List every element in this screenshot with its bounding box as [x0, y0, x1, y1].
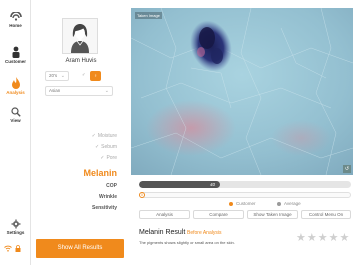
nav-view-label: View: [10, 118, 21, 123]
show-all-results-button[interactable]: Show All Results: [36, 239, 124, 258]
control-menu-button[interactable]: Control Menu On: [301, 210, 351, 219]
compare-button[interactable]: Compare: [193, 210, 244, 219]
male-icon: ♂: [81, 72, 86, 77]
analysis-item-melanin[interactable]: Melanin: [31, 166, 117, 181]
race-value: Asian: [49, 88, 61, 93]
legend-average-label: Average: [284, 201, 301, 206]
analysis-list: ✓ Moisture ✓ Sebum ✓ Pore Melanin COP Wrink…: [31, 131, 117, 214]
rating-stars: ★★★★★: [296, 228, 350, 246]
nav-view[interactable]: View: [0, 107, 31, 123]
star-icon: ★: [317, 232, 328, 244]
analysis-item-label: Sensitivity: [91, 205, 117, 211]
legend-average: Average: [277, 201, 301, 207]
analysis-item-label: Sebum: [101, 144, 117, 150]
show-taken-image-button[interactable]: Show Taken Image: [247, 210, 298, 219]
melanin-level-value: 40: [210, 182, 216, 187]
avatar[interactable]: [62, 18, 98, 54]
customer-dot: [229, 201, 233, 206]
male-toggle[interactable]: ♂: [79, 71, 88, 81]
analysis-item-label: Melanin: [83, 168, 117, 178]
female-avatar-icon: [71, 24, 89, 53]
melanin-level-fill: [139, 181, 220, 188]
rotate-button[interactable]: ↺: [343, 165, 351, 173]
wifi-icon: [4, 245, 12, 252]
comparison-knob[interactable]: 0: [139, 192, 145, 198]
analysis-item-moisture[interactable]: ✓ Moisture: [31, 131, 117, 142]
female-icon: ♀: [93, 73, 98, 78]
melanin-level-bar: 40: [139, 181, 351, 188]
analysis-item-sensitivity[interactable]: Sensitivity: [31, 203, 117, 214]
image-tag: Taken Image: [135, 12, 162, 19]
star-icon: ★: [339, 232, 350, 244]
analysis-item-pore[interactable]: ✓ Pore: [31, 153, 117, 164]
skin-image-view[interactable]: Taken Image ↺: [131, 8, 353, 175]
legend-customer-label: Customer: [236, 201, 256, 206]
skin-image: [131, 8, 353, 175]
chevron-down-icon: ⌄: [104, 88, 109, 94]
chevron-down-icon: ⌄: [60, 73, 65, 79]
analysis-item-label: COP: [106, 183, 117, 189]
check-icon: ✓: [91, 133, 96, 139]
analysis-item-wrinkle[interactable]: Wrinkle: [31, 192, 117, 203]
analysis-item-cop[interactable]: COP: [31, 181, 117, 192]
action-button-row: Analysis Compare Show Taken Image Contro…: [139, 210, 351, 219]
customer-name: Aram Huvis: [65, 58, 97, 64]
star-icon: ★: [296, 232, 306, 244]
gear-icon: [11, 219, 20, 229]
sidebar-nav: Home Customer Analysis View Settings: [0, 0, 31, 265]
legend-customer: Customer: [229, 201, 256, 207]
average-dot: [277, 201, 281, 206]
status-icons: [4, 245, 28, 253]
race-select[interactable]: Asian ⌄: [45, 86, 113, 96]
analysis-button[interactable]: Analysis: [139, 210, 190, 219]
nav-customer[interactable]: Customer: [0, 46, 31, 64]
nav-analysis-label: Analysis: [6, 90, 25, 95]
check-icon: ✓: [94, 144, 100, 150]
result-status: Before Analysis: [187, 230, 222, 236]
age-value: 20's: [49, 73, 58, 78]
customer-icon: [12, 46, 19, 58]
age-select[interactable]: 20's ⌄: [45, 71, 69, 81]
analysis-item-sebum[interactable]: ✓ Sebum: [31, 142, 117, 153]
star-icon: ★: [328, 232, 339, 244]
nav-analysis[interactable]: Analysis: [0, 77, 31, 95]
home-icon: [9, 12, 22, 21]
star-icon: ★: [306, 232, 317, 244]
analysis-icon: [11, 77, 20, 89]
analysis-item-label: Moisture: [97, 133, 117, 139]
analysis-item-label: Wrinkle: [99, 194, 117, 200]
female-toggle[interactable]: ♀: [90, 71, 101, 81]
check-icon: ✓: [100, 155, 105, 161]
nav-home-label: Home: [9, 23, 22, 28]
nav-customer-label: Customer: [4, 59, 26, 64]
rotate-icon: ↺: [344, 166, 350, 172]
nav-home[interactable]: Home: [0, 12, 31, 28]
profile-panel: Aram Huvis 20's ⌄ ♂ ♀ Asian ⌄ ✓ Moisture …: [31, 0, 131, 265]
analysis-item-label: Pore: [106, 155, 117, 161]
nav-settings[interactable]: Settings: [0, 219, 31, 235]
search-icon: [10, 107, 21, 117]
result-title: Melanin Result: [139, 229, 186, 236]
result-description: The pigments shows slightly or small are…: [139, 240, 235, 245]
comparison-bar[interactable]: 0: [139, 192, 351, 198]
nav-settings-label: Settings: [6, 230, 25, 235]
lock-icon: [15, 245, 21, 252]
